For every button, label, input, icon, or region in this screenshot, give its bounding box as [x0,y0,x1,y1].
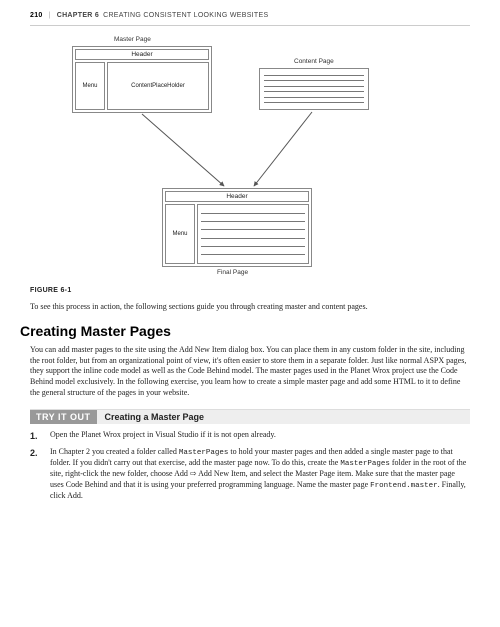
intro-paragraph: To see this process in action, the follo… [30,302,470,313]
chapter-title: CREATING CONSISTENT LOOKING WEBSITES [103,12,268,19]
master-header-cell: Header [75,49,209,60]
final-header-cell: Header [165,191,309,202]
try-it-out-title: Creating a Master Page [97,410,471,424]
header-rule [30,25,470,26]
step-1-text: Open the Planet Wrox project in Visual S… [50,430,276,439]
section-heading: Creating Master Pages [20,323,500,339]
final-menu-cell: Menu [165,204,195,264]
master-cph-cell: ContentPlaceHolder [107,62,209,110]
running-header: 210 | CHAPTER 6 CREATING CONSISTENT LOOK… [0,0,500,25]
figure-caption: FIGURE 6-1 [30,287,500,294]
master-page-box: Header Menu ContentPlaceHolder [72,46,212,113]
content-page-box [259,68,369,110]
steps-list: Open the Planet Wrox project in Visual S… [30,430,470,502]
figure-6-1: Master Page Content Page Final Page Head… [54,36,470,281]
section-paragraph: You can add master pages to the site usi… [30,345,470,399]
page-number: 210 [30,12,43,19]
step-1: Open the Planet Wrox project in Visual S… [30,430,470,441]
code-frontend-master: Frontend.master [370,482,438,490]
try-it-out-bar: TRY IT OUT Creating a Master Page [30,409,470,424]
code-masterpages-1: MasterPages [179,449,229,457]
final-page-box: Header Menu [162,188,312,267]
master-page-label: Master Page [114,36,151,43]
header-separator: | [49,12,51,19]
try-it-out-label: TRY IT OUT [30,410,97,424]
content-page-label: Content Page [294,58,334,65]
code-masterpages-2: MasterPages [340,460,390,468]
final-page-label: Final Page [217,269,248,276]
step-2: In Chapter 2 you created a folder called… [30,447,470,502]
master-menu-cell: Menu [75,62,105,110]
final-content-cell [197,204,309,264]
chapter-label: CHAPTER 6 [57,12,99,19]
